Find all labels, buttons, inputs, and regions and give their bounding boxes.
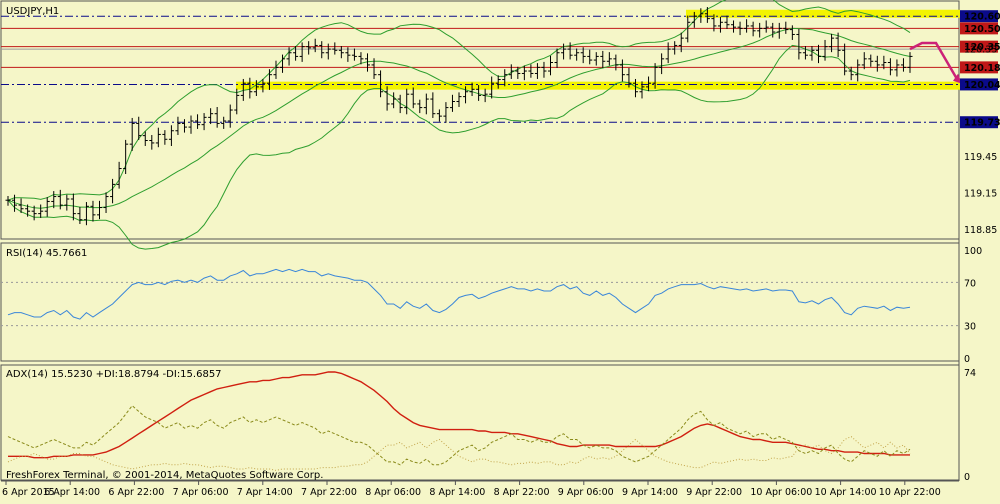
- bollinger-lower: [7, 44, 911, 250]
- adx-tick-label: 74: [964, 368, 976, 379]
- time-tick-label: 8 Apr 14:00: [429, 487, 485, 498]
- price-tick-label: 120.50: [964, 24, 1000, 35]
- price-tick-label: 118.85: [964, 225, 997, 236]
- support-highlight-zone: [236, 81, 960, 90]
- time-tick-label: 6 Apr 14:00: [44, 487, 100, 498]
- adx-series-line: [7, 404, 911, 466]
- chart-window: 100 70 30 0 74 0 120.60 120.50 120.35 120.33 120…: [0, 0, 1000, 500]
- rsi-tick-label: 70: [964, 278, 976, 289]
- time-tick-label: 7 Apr 14:00: [237, 487, 293, 498]
- time-tick-label: 8 Apr 06:00: [365, 487, 421, 498]
- price-chart-title: USDJPY,H1: [6, 6, 59, 17]
- time-tick-label: 9 Apr 22:00: [686, 487, 742, 498]
- price-tick-label: 120.18: [964, 63, 1000, 74]
- time-tick-label: 10 Apr 22:00: [879, 487, 941, 498]
- adx-tick-label: 0: [964, 472, 970, 483]
- adx-series-line: [8, 371, 910, 459]
- price-tick-label: 120.60: [964, 12, 1000, 23]
- rsi-tick-label: 100: [964, 246, 982, 257]
- copyright-text: FreshForex Terminal, © 2001-2014, MetaQu…: [6, 470, 323, 481]
- time-tick-label: 10 Apr 06:00: [750, 487, 812, 498]
- price-tick-label: 119.15: [964, 188, 997, 199]
- time-tick-label: 10 Apr 14:00: [815, 487, 877, 498]
- adx-panel-frame: [0, 364, 960, 481]
- price-tick-label: 119.73: [964, 118, 1000, 129]
- rsi-line: [7, 268, 911, 320]
- time-tick-label: 7 Apr 22:00: [301, 487, 357, 498]
- chart-svg: 10070300 740 120.60120.50120.35120.33120…: [0, 0, 1000, 498]
- time-tick-label: 9 Apr 06:00: [558, 487, 614, 498]
- rsi-title: RSI(14) 45.7661: [6, 248, 87, 259]
- price-panel-frame: [0, 0, 960, 240]
- price-tick-label: 120.33: [964, 45, 997, 56]
- rsi-tick-label: 30: [964, 322, 976, 333]
- time-tick-label: 6 Apr 22:00: [108, 487, 164, 498]
- bollinger-middle: [7, 27, 911, 209]
- time-tick-label: 8 Apr 22:00: [494, 487, 550, 498]
- time-tick-label: 9 Apr 14:00: [622, 487, 678, 498]
- price-tick-label: 119.45: [964, 152, 997, 163]
- price-tick-label: 120.04: [964, 80, 1000, 91]
- adx-title: ADX(14) 15.5230 +DI:18.8794 -DI:15.6857: [6, 369, 222, 380]
- time-tick-label: 7 Apr 06:00: [173, 487, 229, 498]
- rsi-tick-label: 0: [964, 354, 970, 365]
